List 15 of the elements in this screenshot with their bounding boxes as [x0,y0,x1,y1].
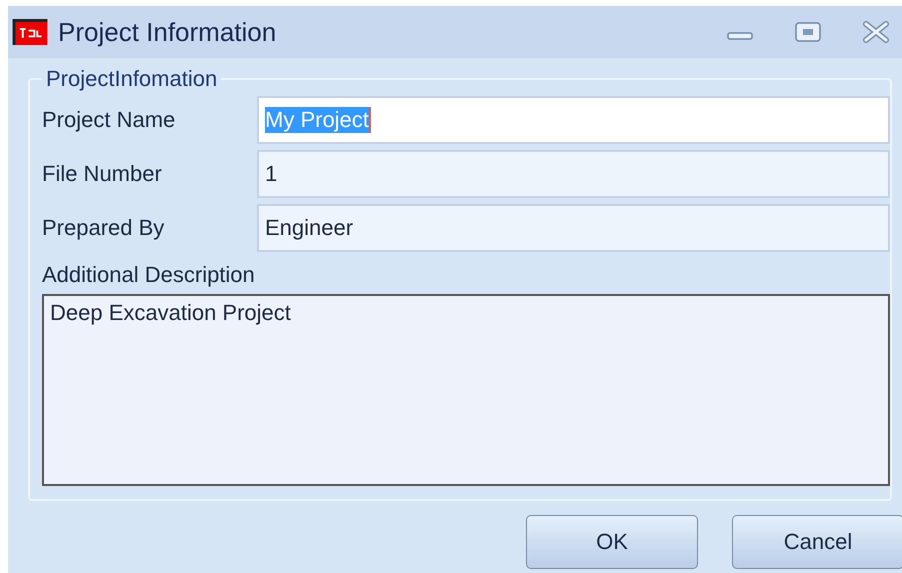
app-logo-icon [12,19,48,45]
field-label: Project Name [42,107,176,133]
field-label: File Number [42,161,163,187]
description-label: Additional Description [42,262,256,288]
field-label: Prepared By [42,215,166,241]
dialog-button[interactable]: OK [526,515,698,569]
maximize-icon[interactable] [794,21,822,43]
group-legend: ProjectInfomation [42,66,222,92]
dialog-button[interactable]: Cancel [732,515,902,569]
text-field[interactable]: 1 [257,150,890,198]
minimize-icon[interactable] [726,30,754,40]
window-title: Project Information [58,16,276,48]
close-icon[interactable] [862,21,890,43]
text-field[interactable]: Engineer [257,204,890,252]
description-textarea[interactable]: Deep Excavation Project [42,294,890,486]
